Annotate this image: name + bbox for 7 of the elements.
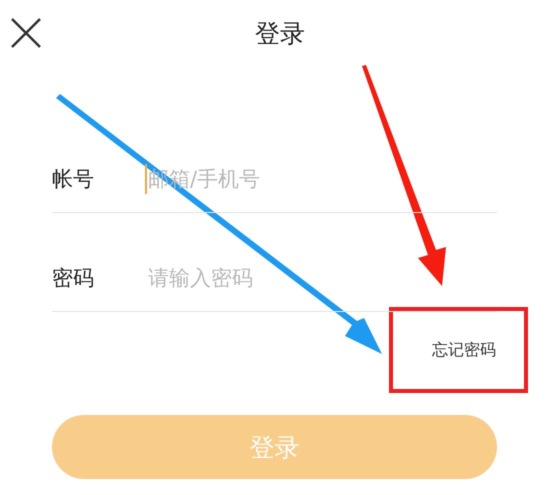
window-title: 登录: [254, 18, 306, 50]
close-button[interactable]: [10, 17, 42, 49]
field-label: 密码: [52, 265, 95, 292]
forgot-password-link[interactable]: 忘记密码: [432, 340, 496, 361]
input-field[interactable]: 请输入密码: [145, 263, 497, 293]
field-label: 帐号: [52, 166, 95, 193]
close-icon: [10, 17, 42, 49]
